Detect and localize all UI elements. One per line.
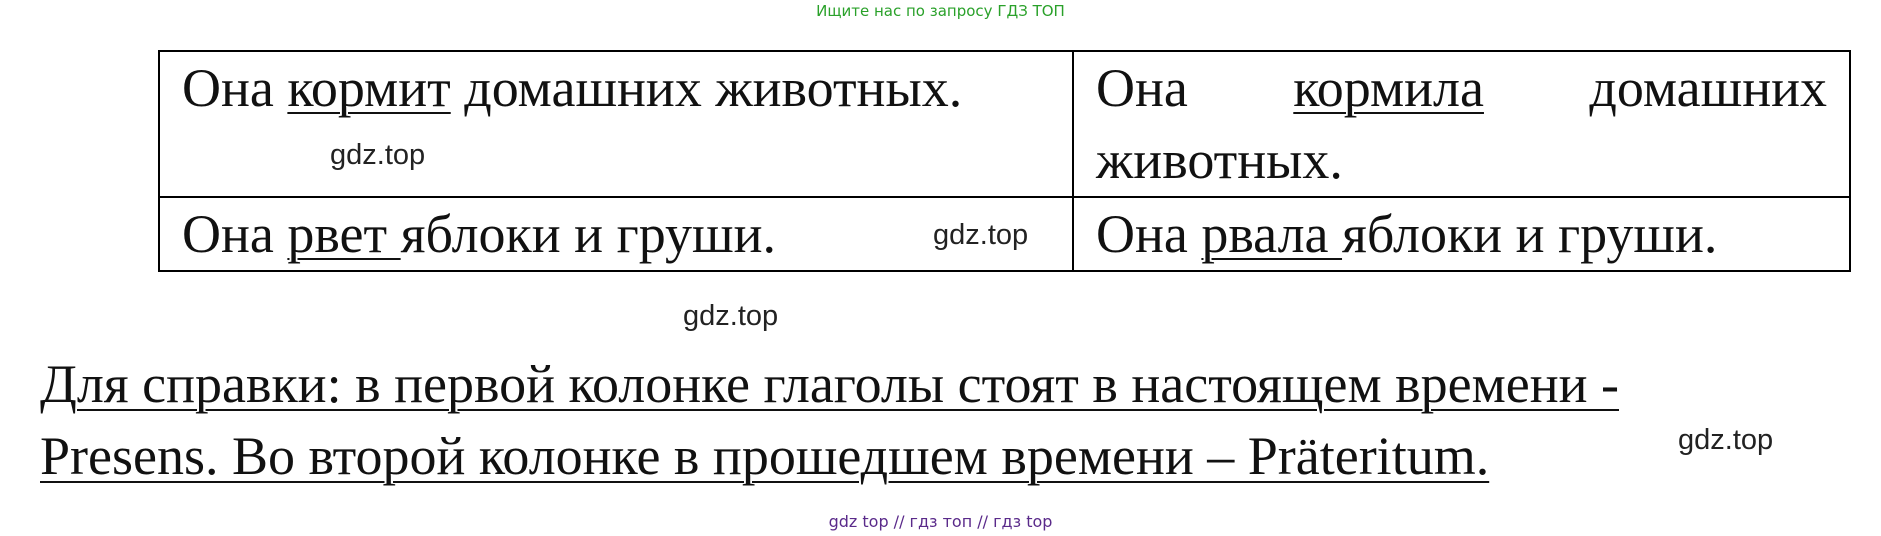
verb-underlined: рвала — [1201, 204, 1343, 264]
note-line-2: Presens. Во второй колонке в прошедшем в… — [40, 426, 1490, 486]
watermark-text: gdz.top — [683, 300, 779, 332]
table-row: Она кормит домашних животных. Она кормил… — [158, 50, 1851, 198]
watermark-text: gdz.top — [1678, 424, 1774, 456]
cell-text-after: яблоки и груши. — [400, 204, 776, 264]
footer-watermark: gdz top // гдз топ // гдз top — [828, 512, 1053, 531]
past-tense-cell: Она кормила домашних животных. — [1072, 50, 1851, 198]
cell-text-after: яблоки и груши. — [1342, 204, 1718, 264]
verb-underlined: кормила — [1293, 58, 1484, 118]
cell-text-before: Она — [182, 204, 288, 264]
note-line-1: Для справки: в первой колонке глаголы ст… — [40, 354, 1619, 414]
cell-text-after: домашних животных. — [450, 58, 963, 118]
watermark-text: gdz.top — [933, 219, 1029, 251]
past-tense-cell: Она рвала яблоки и груши. — [1072, 196, 1851, 272]
cell-text-before: Она — [1096, 58, 1294, 118]
verb-underlined: кормит — [287, 58, 451, 118]
verb-underlined: рвет — [287, 204, 401, 264]
top-banner: Ищите нас по запросу ГДЗ ТОП — [816, 2, 1065, 20]
reference-note: Для справки: в первой колонке глаголы ст… — [40, 348, 1820, 492]
cell-text-before: Она — [182, 58, 288, 118]
present-tense-cell: Она кормит домашних животных. — [158, 50, 1074, 198]
cell-text-before: Она — [1096, 204, 1202, 264]
watermark-text: gdz.top — [330, 139, 426, 171]
